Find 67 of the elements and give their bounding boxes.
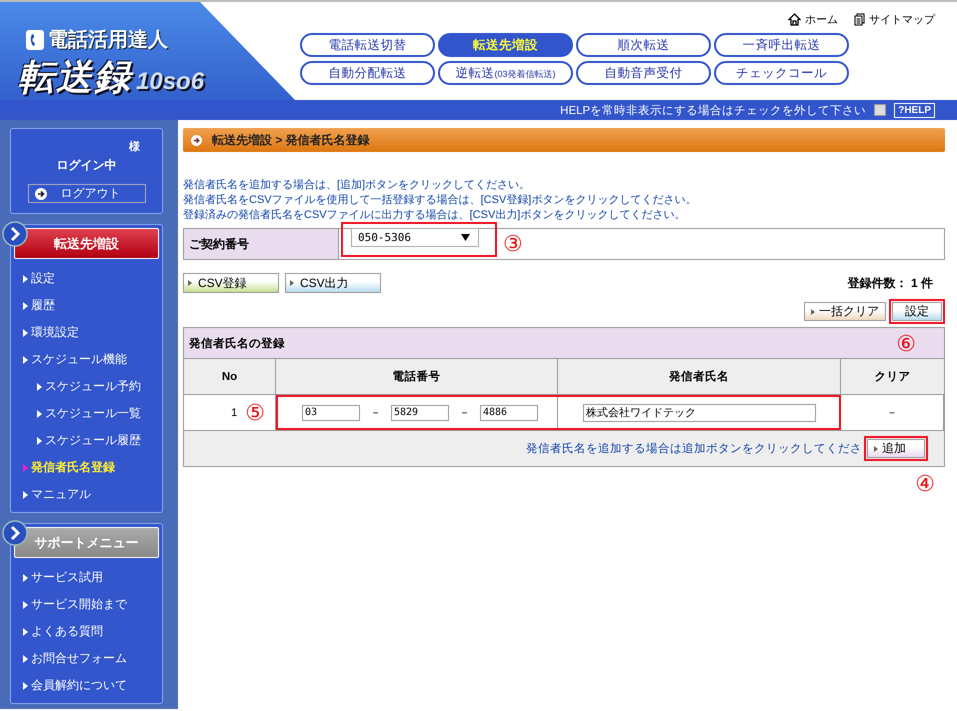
help-notice: HELPを常時非表示にする場合はチェックを外して下さい xyxy=(560,104,866,118)
separator-dash: － xyxy=(370,406,381,420)
breadcrumb: 転送先増設 > 発信者氏名登録 xyxy=(212,132,370,148)
home-icon xyxy=(788,13,801,26)
arrow-icon xyxy=(191,134,202,146)
nav-tab[interactable]: 自動分配転送 xyxy=(300,61,435,85)
nav-tab[interactable]: 逆転送(03発着信転送) xyxy=(438,61,573,85)
nav-tab[interactable]: 転送先増設 xyxy=(438,33,573,57)
add-button[interactable]: 追加 xyxy=(867,439,925,458)
sidebar-item[interactable]: スケジュール履歴 xyxy=(11,427,162,454)
sidebar-item[interactable]: サービス試用 xyxy=(11,564,162,591)
clear-all-button[interactable]: 一括クリア xyxy=(804,302,886,321)
contract-label: ご契約番号 xyxy=(184,229,339,259)
phone-field[interactable]: 5829 xyxy=(391,404,449,420)
section-title: 発信者氏名の登録 xyxy=(189,336,285,350)
sidebar-item[interactable]: スケジュール機能 xyxy=(11,346,162,373)
login-status: ログイン中 xyxy=(56,157,116,174)
instruction-text: 登録済みの発信者氏名をCSVファイルに出力する場合は、[CSV出力]ボタンをクリックしてください。 xyxy=(183,208,686,223)
clear-dash: － xyxy=(886,406,898,420)
nav-tab[interactable]: チェックコール xyxy=(714,61,849,85)
callout-number: ⑤ xyxy=(245,402,265,424)
help-button[interactable]: ?HELP xyxy=(894,102,935,118)
instruction-text: 発信者氏名を追加する場合は、[追加]ボタンをクリックしてください。 xyxy=(183,178,532,193)
sidebar-item[interactable]: 発信者氏名登録 xyxy=(11,454,162,481)
sidebar-item[interactable]: 設定 xyxy=(11,265,162,292)
csv-button[interactable]: CSV出力 xyxy=(285,273,381,293)
row-number: 1 xyxy=(231,406,238,418)
sidebar-item[interactable]: サービス開始まで xyxy=(11,591,162,618)
phone-field[interactable]: 4886 xyxy=(480,404,538,420)
help-checkbox[interactable] xyxy=(874,104,886,116)
contract-select[interactable]: 050-5306 xyxy=(351,228,479,247)
menu-heading: 転送先増設 xyxy=(14,228,159,259)
phone-icon xyxy=(26,30,44,50)
top-link[interactable]: サイトマップ xyxy=(854,12,935,27)
instruction-text: 発信者氏名をCSVファイルを使用して一括登録する場合は、[CSV登録]ボタンをクリックしてください。 xyxy=(183,193,698,208)
logo-version: 10so6 xyxy=(136,68,204,96)
set-button[interactable]: 設定 xyxy=(892,302,942,321)
sidebar-item[interactable]: 履歴 xyxy=(11,292,162,319)
document-icon xyxy=(854,13,865,26)
nav-tab[interactable]: 電話転送切替 xyxy=(300,33,435,57)
nav-tab[interactable]: 自動音声受付 xyxy=(576,61,711,85)
logo-tagline: 電話活用達人 xyxy=(48,28,168,53)
separator-dash: － xyxy=(459,406,470,420)
logo-title: 転送録 xyxy=(18,55,132,99)
sidebar-item[interactable]: お問合せフォーム xyxy=(11,645,162,672)
name-field[interactable]: 株式会社ワイドテック xyxy=(583,404,816,422)
nav-tab[interactable]: 順次転送 xyxy=(576,33,711,57)
sidebar-item[interactable]: 環境設定 xyxy=(11,319,162,346)
callout-number: ③ xyxy=(503,233,523,255)
callout-number: ⑥ xyxy=(896,333,916,355)
top-link[interactable]: ホーム xyxy=(788,12,838,27)
record-count: 登録件数： 1 件 xyxy=(848,274,933,292)
logout-button[interactable]: ログアウト xyxy=(28,184,146,203)
sidebar-item[interactable]: スケジュール予約 xyxy=(11,373,162,400)
callout-number: ④ xyxy=(915,473,935,495)
sidebar-item[interactable]: よくある質問 xyxy=(11,618,162,645)
sidebar-item[interactable]: 会員解約について xyxy=(11,672,162,699)
dropdown-caret-icon xyxy=(461,234,470,241)
phone-field[interactable]: 03 xyxy=(302,404,360,420)
add-hint: 発信者氏名を追加する場合は追加ボタンをクリックしてくださ xyxy=(526,442,862,456)
sidebar-item[interactable]: スケジュール一覧 xyxy=(11,400,162,427)
arrow-icon xyxy=(34,188,46,200)
user-suffix: 様 xyxy=(129,140,140,154)
csv-button[interactable]: CSV登録 xyxy=(183,273,279,293)
nav-tab[interactable]: 一斉呼出転送 xyxy=(714,33,849,57)
sidebar-item[interactable]: マニュアル xyxy=(11,481,162,508)
menu-heading: サポートメニュー xyxy=(14,527,159,558)
